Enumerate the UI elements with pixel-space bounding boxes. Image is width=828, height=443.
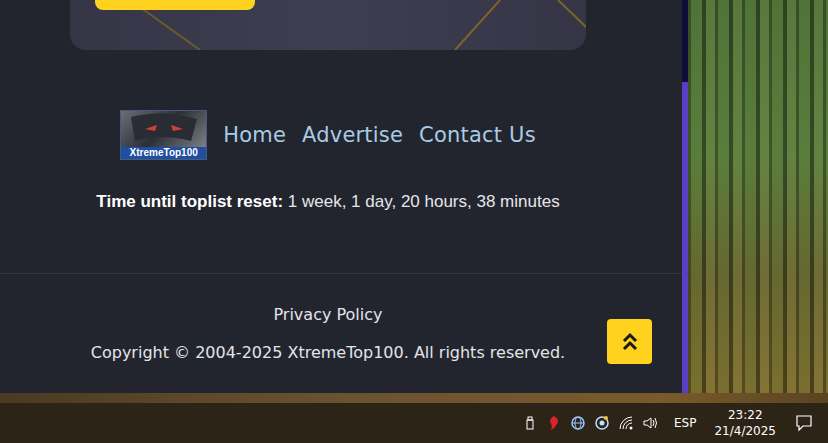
card-button[interactable]: [95, 0, 255, 10]
reset-value: 1 week, 1 day, 20 hours, 38 minutes: [288, 192, 560, 211]
notification-center[interactable]: [784, 414, 824, 432]
chevrons-up-icon: [621, 332, 639, 352]
wifi-icon[interactable]: [618, 415, 634, 431]
clock-time: 23:22: [728, 407, 763, 423]
clock[interactable]: 23:22 21/4/2025: [706, 407, 784, 439]
logo-text: XtremeTop100: [121, 147, 206, 159]
desktop-wallpaper: [688, 0, 828, 393]
promo-card: [70, 0, 586, 50]
scroll-top-button[interactable]: [607, 319, 652, 364]
clock-date: 21/4/2025: [714, 423, 776, 439]
nav-link[interactable]: Contact Us: [419, 123, 536, 147]
footer-nav: XtremeTop100 Home Advertise Contact Us: [120, 110, 536, 160]
privacy-link[interactable]: Privacy Policy: [273, 303, 382, 327]
copyright: Copyright © 2004-2025 XtremeTop100. All …: [91, 341, 565, 365]
sync-icon[interactable]: [594, 415, 610, 431]
reset-label: Time until toplist reset:: [96, 192, 283, 211]
page-content: XtremeTop100 Home Advertise Contact Us Tim…: [0, 0, 682, 393]
network-globe-icon[interactable]: [570, 415, 586, 431]
desktop-wallpaper-strip: [0, 393, 828, 403]
divider: [0, 273, 682, 274]
notification-icon: [795, 414, 813, 432]
language-indicator[interactable]: ESP: [668, 416, 706, 430]
nav-link[interactable]: Advertise: [302, 123, 403, 147]
antivirus-icon[interactable]: [546, 415, 562, 431]
usb-icon[interactable]: [522, 415, 538, 431]
taskbar: ESP 23:22 21/4/2025: [0, 403, 828, 443]
reset-line: Time until toplist reset: 1 week, 1 day,…: [96, 190, 559, 214]
site-logo[interactable]: XtremeTop100: [120, 110, 207, 160]
nav-link[interactable]: Home: [223, 123, 286, 147]
speaker-icon[interactable]: [642, 415, 658, 431]
